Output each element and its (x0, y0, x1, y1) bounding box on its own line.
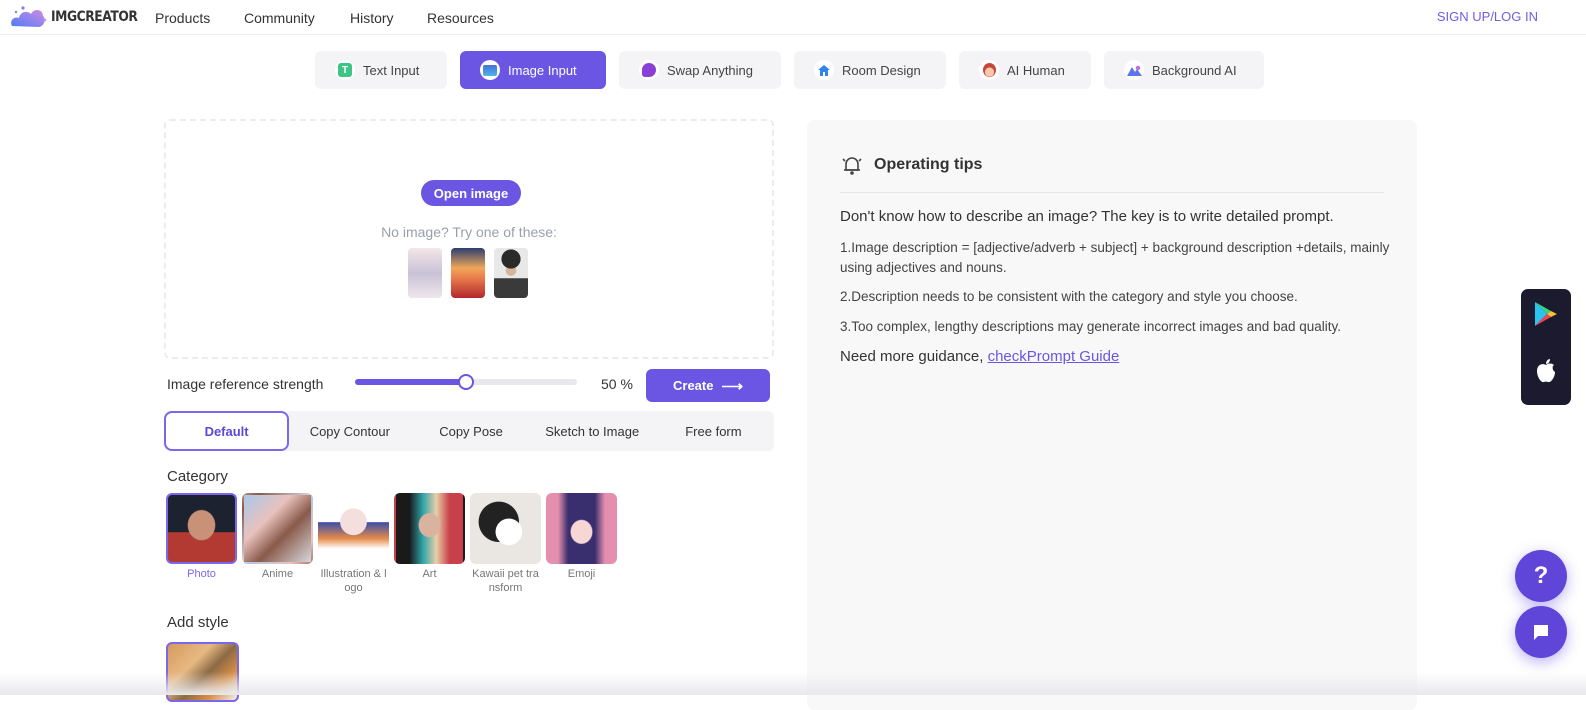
tab-label: Image Input (508, 62, 577, 78)
tab-room-design[interactable]: Room Design (794, 51, 946, 89)
slider-fill (355, 379, 466, 385)
open-image-button[interactable]: Open image (421, 180, 521, 206)
nav-resources[interactable]: Resources (427, 10, 494, 26)
category-thumb (470, 493, 541, 564)
category-photo[interactable]: Photo (166, 493, 237, 595)
image-icon (480, 60, 500, 80)
category-thumb (242, 493, 313, 564)
mode-copy-contour[interactable]: Copy Contour (289, 411, 410, 451)
tab-swap-anything[interactable]: Swap Anything (619, 51, 781, 89)
tip-item-1: 1.Image description = [adjective/adverb … (840, 240, 1390, 275)
tip-intro: Don't know how to describe an image? The… (840, 208, 1334, 225)
apple-icon[interactable] (1535, 358, 1557, 389)
operating-tips-panel: Operating tips Don't know how to describ… (807, 120, 1417, 710)
category-title: Category (167, 468, 228, 485)
tips-header: Operating tips (840, 153, 982, 177)
divider (840, 192, 1384, 193)
nav-products[interactable]: Products (155, 10, 210, 26)
mode-tabs: T Text Input Image Input Swap Anything R… (315, 51, 1264, 89)
style-option-cats[interactable] (166, 642, 239, 702)
category-label: Photo (187, 568, 216, 580)
tab-label: Text Input (363, 62, 420, 78)
app-store-badges (1521, 289, 1571, 405)
category-label: Anime (261, 568, 294, 580)
mode-copy-pose[interactable]: Copy Pose (410, 411, 531, 451)
category-thumb (166, 493, 237, 564)
help-button[interactable]: ? (1515, 550, 1567, 602)
mode-default[interactable]: Default (164, 411, 290, 451)
brand-name: IMGCREATOR (51, 9, 138, 25)
mode-sketch-to-image[interactable]: Sketch to Image (532, 411, 653, 451)
strength-label: Image reference strength (167, 376, 324, 392)
tip-item-2: 2.Description needs to be consistent wit… (840, 289, 1298, 304)
text-icon: T (335, 60, 355, 80)
logo[interactable]: IMGCREATOR (9, 4, 149, 30)
category-label: Art (422, 568, 437, 580)
tab-label: Background AI (1152, 62, 1237, 78)
tab-ai-human[interactable]: AI Human (959, 51, 1091, 89)
house-icon (814, 60, 834, 80)
category-thumb (394, 493, 465, 564)
tab-label: AI Human (1007, 62, 1065, 78)
arrow-right-icon: ⟶ (721, 377, 743, 395)
guide-text: Need more guidance, checkPrompt Guide (840, 348, 1119, 365)
background-icon (1124, 60, 1144, 80)
category-kawaii-pet[interactable]: Kawaii pet transform (470, 493, 541, 595)
tab-label: Room Design (842, 62, 921, 78)
signup-login-link[interactable]: SIGN UP/LOG IN (1437, 0, 1538, 33)
swap-icon (639, 60, 659, 80)
reference-mode-tabs: Default Copy Contour Copy Pose Sketch to… (164, 411, 774, 451)
add-style-title: Add style (167, 614, 229, 631)
strength-slider[interactable] (355, 374, 577, 390)
slider-thumb[interactable] (458, 374, 474, 390)
top-navbar: IMGCREATOR Products Community History Re… (0, 0, 1586, 35)
logo-icon (9, 4, 47, 30)
category-list: Photo Anime Illustration & logo Art Kawa… (166, 493, 617, 595)
category-label: Emoji (567, 568, 596, 580)
sample-image-anime-princess[interactable] (451, 248, 485, 298)
image-upload-area[interactable]: Open image No image? Try one of these: (164, 119, 774, 359)
google-play-icon[interactable] (1534, 301, 1558, 332)
sample-images (408, 248, 528, 298)
category-thumb (318, 493, 389, 564)
tab-image-input[interactable]: Image Input (460, 51, 606, 89)
prompt-guide-link[interactable]: checkPrompt Guide (988, 348, 1120, 365)
nav-history[interactable]: History (350, 10, 394, 26)
tab-background-ai[interactable]: Background AI (1104, 51, 1264, 89)
question-icon: ? (1533, 562, 1549, 589)
tips-title: Operating tips (874, 156, 983, 173)
category-label: Illustration & logo (320, 568, 387, 594)
ai-human-icon (979, 60, 999, 80)
category-art[interactable]: Art (394, 493, 465, 595)
guide-prefix: Need more guidance, (840, 348, 988, 365)
category-thumb (546, 493, 617, 564)
bell-icon (840, 153, 864, 177)
chat-button[interactable] (1515, 606, 1567, 658)
strength-value: 50 % (601, 376, 633, 392)
tab-text-input[interactable]: T Text Input (315, 51, 447, 89)
mode-free-form[interactable]: Free form (653, 411, 774, 451)
chat-icon (1531, 622, 1551, 642)
category-anime[interactable]: Anime (242, 493, 313, 595)
nav-community[interactable]: Community (244, 10, 315, 26)
tip-item-3: 3.Too complex, lengthy descriptions may … (840, 319, 1342, 334)
category-illustration-logo[interactable]: Illustration & logo (318, 493, 389, 595)
sample-image-person-with-hat[interactable] (494, 248, 528, 298)
tab-label: Swap Anything (667, 62, 754, 78)
sample-hint: No image? Try one of these: (381, 224, 557, 240)
category-label: Kawaii pet transform (472, 568, 539, 594)
sample-image-anime-girl-sketch[interactable] (408, 248, 442, 298)
create-button[interactable]: Create ⟶ (646, 369, 770, 402)
create-label: Create (673, 378, 714, 393)
category-emoji[interactable]: Emoji (546, 493, 617, 595)
